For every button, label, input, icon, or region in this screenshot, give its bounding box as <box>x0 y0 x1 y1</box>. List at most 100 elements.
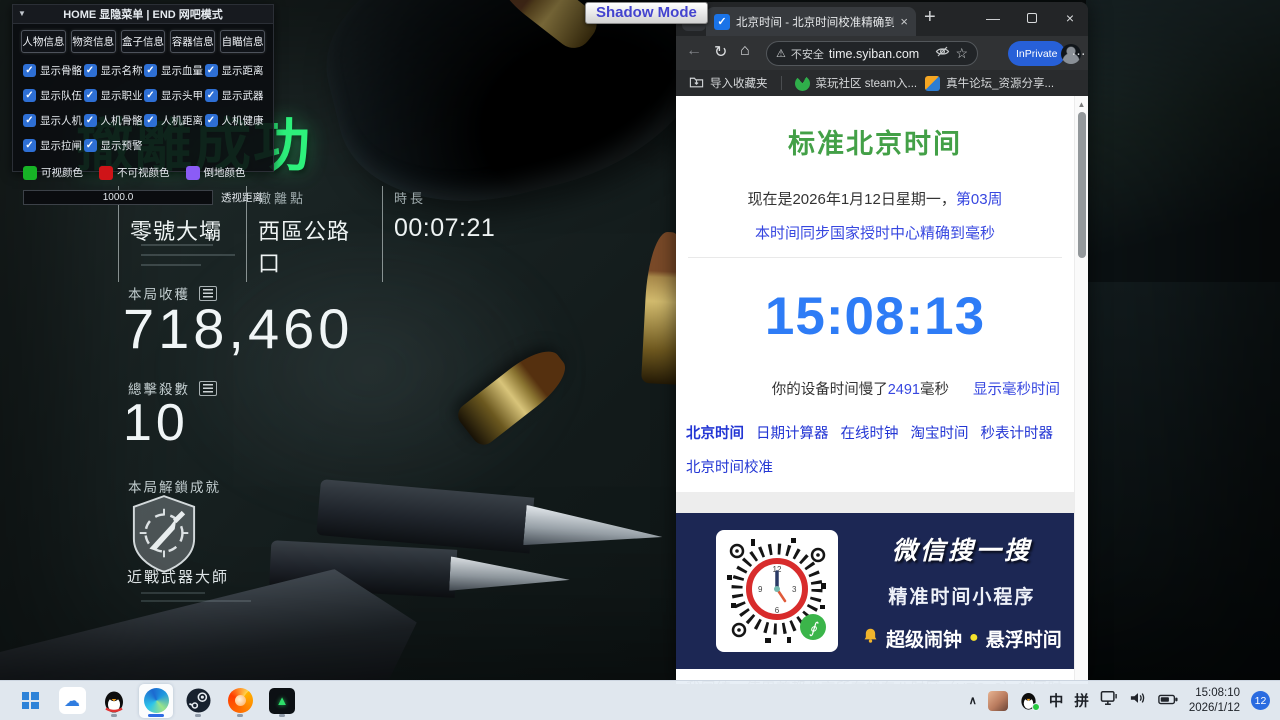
home-icon[interactable]: ⌂ <box>740 42 750 60</box>
tab-container-info[interactable]: 容器信息 <box>170 30 215 53</box>
nav-link-calibration[interactable]: 北京时间校准 <box>676 456 1074 477</box>
tray-chevron-icon[interactable]: ∧ <box>969 694 977 707</box>
visible-color-swatch[interactable] <box>23 166 37 180</box>
tray-avatar-icon[interactable] <box>988 691 1008 711</box>
taskbar-steam-button[interactable] <box>181 684 215 718</box>
inprivate-badge[interactable]: InPrivate <box>1008 41 1065 66</box>
window-maximize-button[interactable] <box>1013 2 1051 34</box>
invisible-color-setting[interactable]: 不可视颜色 <box>99 165 170 180</box>
cast-monitor-icon[interactable] <box>1100 690 1118 711</box>
visible-color-setting[interactable]: 可视颜色 <box>23 165 83 180</box>
browser-tab[interactable]: ✓ 北京时间 - 北京时间校准精确到毫 × <box>706 7 916 36</box>
nav-link-date-calc[interactable]: 日期计算器 <box>756 422 829 443</box>
favorite-star-icon[interactable]: ☆ <box>955 45 968 62</box>
downed-color-setting[interactable]: 倒地颜色 <box>186 165 246 180</box>
scroll-up-icon[interactable]: ▲ <box>1075 100 1088 109</box>
toggle-show-bot[interactable]: ✓显示人机 <box>23 113 84 128</box>
tab-person-info[interactable]: 人物信息 <box>21 30 66 53</box>
tab-aim-info[interactable]: 自瞄信息 <box>220 30 265 53</box>
downed-color-swatch[interactable] <box>186 166 200 180</box>
system-tray: ∧ 中 拼 15:08:10 2026/1/12 12 <box>969 686 1270 716</box>
kills-value: 10 <box>123 393 189 453</box>
ime-chinese-indicator[interactable]: 中 <box>1049 690 1064 711</box>
url-text[interactable]: time.syiban.com <box>829 47 919 61</box>
bookmark-zhenniu[interactable]: 真牛论坛_资源分享... <box>925 75 1054 91</box>
orange-launcher-icon <box>228 688 253 713</box>
toggle-show-distance[interactable]: ✓显示距离 <box>205 63 266 78</box>
toggle-bot-health[interactable]: ✓人机健康 <box>205 113 266 128</box>
tab-box-info[interactable]: 盒子信息 <box>121 30 166 53</box>
windows-taskbar: ☁ ▲ ∧ 中 拼 <box>0 680 1280 720</box>
tab-loot-info[interactable]: 物资信息 <box>71 30 116 53</box>
invisible-color-swatch[interactable] <box>99 166 113 180</box>
taskbar-launcher-button[interactable] <box>223 684 257 718</box>
toggle-label: 显示距离 <box>222 63 264 78</box>
pacman-favicon-icon <box>795 76 810 91</box>
toggle-show-weapon[interactable]: ✓显示武器 <box>205 88 266 103</box>
checkbox-checked-icon: ✓ <box>144 89 157 102</box>
bookmark-caiwan[interactable]: 菜玩社区 steam入... <box>795 75 918 91</box>
show-ms-link[interactable]: 显示毫秒时间 <box>973 378 1060 399</box>
tray-qq-icon[interactable] <box>1019 691 1038 710</box>
nav-link-beijing-time[interactable]: 北京时间 <box>686 422 744 443</box>
esp-distance-input[interactable]: 1000.0 <box>23 190 213 205</box>
notification-badge[interactable]: 12 <box>1251 691 1270 710</box>
toggle-show-team[interactable]: ✓显示队伍 <box>23 88 84 103</box>
ime-pinyin-indicator[interactable]: 拼 <box>1074 690 1089 711</box>
toggle-show-switch[interactable]: ✓显示拉闸 <box>23 138 84 153</box>
eye-off-icon[interactable] <box>935 44 950 64</box>
taskbar-netdisk-button[interactable]: ☁ <box>55 684 89 718</box>
achievement-label: 本局解鎖成就 <box>128 476 221 496</box>
shadow-mode-chip[interactable]: Shadow Mode <box>585 2 708 24</box>
refresh-icon[interactable]: ↻ <box>714 42 727 62</box>
browser-menu-icon[interactable]: … <box>1071 42 1087 59</box>
toggle-label: 显示武器 <box>222 88 264 103</box>
taskbar-time: 15:08:10 <box>1189 686 1240 701</box>
toggle-show-health[interactable]: ✓显示血量 <box>144 63 205 78</box>
cheat-menu-header[interactable]: ▼ HOME 显隐菜单 | END 网吧模式 <box>13 5 273 24</box>
color-label: 倒地颜色 <box>204 165 246 180</box>
toggle-label: 显示拉闸 <box>40 138 82 153</box>
device-offset-text: 你的设备时间慢了2491毫秒 <box>772 378 949 399</box>
week-link[interactable]: 第03周 <box>956 191 1003 208</box>
taskbar-clock[interactable]: 15:08:10 2026/1/12 <box>1189 686 1240 716</box>
bookmark-import[interactable]: 导入收藏夹 <box>689 75 768 91</box>
toggle-show-warning[interactable]: ✓显示预警 <box>84 138 145 153</box>
address-bar[interactable]: ⚠ 不安全 time.syiban.com ☆ <box>766 41 978 66</box>
window-close-button[interactable]: × <box>1051 2 1088 34</box>
start-button[interactable] <box>13 684 47 718</box>
back-icon[interactable]: ← <box>686 42 702 60</box>
toggle-label: 显示人机 <box>40 113 82 128</box>
tab-close-icon[interactable]: × <box>900 14 908 29</box>
wechat-banner[interactable]: 12 6 9 3 ∮ 微信搜一搜 精准时间小程序 <box>676 513 1074 669</box>
color-label: 不可视颜色 <box>117 165 170 180</box>
taskbar-qq-button[interactable] <box>97 684 131 718</box>
new-tab-button[interactable]: + <box>924 6 936 29</box>
page-scrollbar[interactable]: ▲ <box>1074 96 1088 684</box>
taskbar-game-button[interactable]: ▲ <box>265 684 299 718</box>
nav-link-taobao-time[interactable]: 淘宝时间 <box>911 422 969 443</box>
divider <box>688 257 1062 258</box>
list-detail-icon[interactable] <box>199 381 217 396</box>
toggle-label: 人机距离 <box>161 113 203 128</box>
page-content: 标准北京时间 现在是2026年1月12日星期一，第03周 本时间同步国家授时中心… <box>676 96 1074 684</box>
banner-subline: 精准时间小程序 <box>888 582 1035 609</box>
scrollbar-thumb[interactable] <box>1078 112 1086 258</box>
inprivate-label: InPrivate <box>1016 48 1057 60</box>
toggle-bot-distance[interactable]: ✓人机距离 <box>144 113 205 128</box>
nav-link-stopwatch[interactable]: 秒表计时器 <box>981 422 1054 443</box>
hud-map-value: 零號大壩 <box>130 214 230 246</box>
collapse-icon[interactable]: ▼ <box>18 9 26 18</box>
toggle-show-skeleton[interactable]: ✓显示骨骼 <box>23 63 84 78</box>
toggle-show-job[interactable]: ✓显示职业 <box>84 88 145 103</box>
toggle-show-armor[interactable]: ✓显示头甲 <box>144 88 205 103</box>
toggle-show-name[interactable]: ✓显示名称 <box>84 63 145 78</box>
window-minimize-button[interactable]: — <box>974 2 1012 34</box>
taskbar-edge-button[interactable] <box>139 684 173 718</box>
battery-icon[interactable] <box>1158 692 1178 710</box>
esp-distance-label: 透视距离 <box>221 190 263 205</box>
sync-link[interactable]: 本时间同步国家授时中心精确到毫秒 <box>676 222 1074 243</box>
toggle-bot-skeleton[interactable]: ✓人机骨骼 <box>84 113 145 128</box>
volume-icon[interactable] <box>1129 690 1147 711</box>
nav-link-online-clock[interactable]: 在线时钟 <box>841 422 899 443</box>
